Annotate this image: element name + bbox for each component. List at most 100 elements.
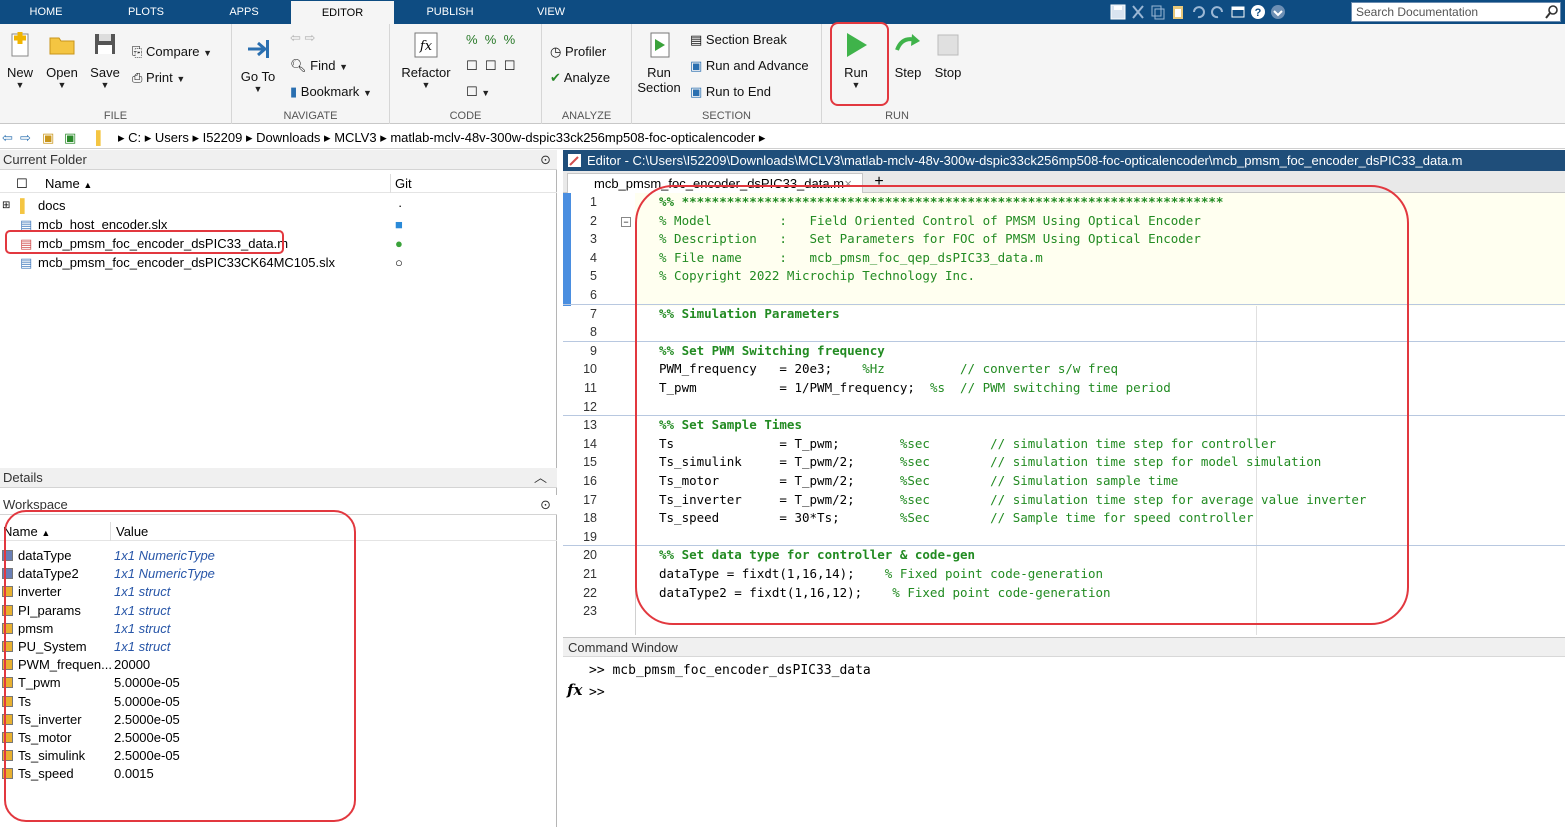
chevron-down-icon: ▼ xyxy=(253,84,263,94)
profiler-icon: ◷ xyxy=(550,44,562,59)
breadcrumb-item[interactable]: Users xyxy=(155,130,189,145)
line-number: 11 xyxy=(584,381,597,395)
details-header[interactable]: Details ︿ xyxy=(0,468,557,488)
tab-home[interactable]: HOME xyxy=(0,0,92,24)
analyze-button[interactable]: ✔ Analyze xyxy=(550,70,610,86)
panel-menu-icon[interactable]: ⊙ xyxy=(540,150,551,170)
chevron-down-icon: ▼ xyxy=(15,80,25,90)
file-group: New ▼ Open ▼ Save ▼ ⎘ Compare ▼ ⎙ Print ▼ F… xyxy=(0,24,232,124)
svg-text:fx: fx xyxy=(419,39,433,54)
comment-buttons[interactable]: % % % xyxy=(466,32,515,47)
fx-function-browser-icon[interactable]: fx xyxy=(567,681,582,699)
help-icon[interactable]: ? xyxy=(1250,4,1266,20)
find-button[interactable]: 🔍︎ Find ▼ xyxy=(290,58,348,74)
line-number: 20 xyxy=(583,548,597,563)
up-folder-icon[interactable]: ▣ xyxy=(42,127,54,149)
goto-button[interactable]: Go To ▼ xyxy=(238,34,278,94)
cut-icon[interactable] xyxy=(1130,4,1146,20)
forward-arrow-icon[interactable]: ⇨ xyxy=(20,127,31,149)
collapse-icon[interactable]: ︿ xyxy=(534,468,547,488)
bookmark-button[interactable]: ▮ Bookmark ▼ xyxy=(290,84,372,100)
section-break-icon: ▤ xyxy=(690,32,703,47)
save-button[interactable]: Save ▼ xyxy=(86,30,124,90)
undo-icon[interactable] xyxy=(1190,4,1206,20)
breadcrumb-item[interactable]: MCLV3 xyxy=(334,130,376,145)
code-group-label: CODE xyxy=(449,110,482,122)
run-and-advance-button[interactable]: ▣ Run and Advance xyxy=(690,58,809,74)
run-to-end-button[interactable]: ▣ Run to End xyxy=(690,84,771,100)
checkbox-icon[interactable]: ☐ xyxy=(16,174,28,193)
command-window[interactable]: Command Window >> mcb_pmsm_foc_encoder_d… xyxy=(563,637,1565,827)
save-icon[interactable] xyxy=(1110,4,1126,20)
print-button[interactable]: ⎙ Print ▼ xyxy=(132,70,185,86)
chevron-down-icon: ▼ xyxy=(57,80,67,90)
line-number: 4 xyxy=(590,250,597,265)
tab-apps[interactable]: APPS xyxy=(198,0,290,24)
line-number: 22 xyxy=(583,585,597,600)
line-number: 9 xyxy=(590,343,597,358)
compare-icon: ⎘ xyxy=(132,44,143,59)
function-fx-icon: fx xyxy=(414,32,438,58)
wrap-comments-icon: % xyxy=(503,32,516,47)
file-row[interactable]: ⊞ ▌ docs · xyxy=(0,196,557,215)
run-section-icon xyxy=(650,32,670,58)
back-arrow-icon[interactable]: ⇦ xyxy=(2,127,13,149)
bookmark-icon: ▮ xyxy=(290,84,298,99)
editor-icon xyxy=(568,154,581,167)
name-column-header[interactable]: Name ▲ xyxy=(45,174,92,195)
git-column-header[interactable]: Git xyxy=(390,174,412,193)
code-highlight-box xyxy=(635,185,1409,625)
insert-function-button[interactable]: ☐ ▼ xyxy=(466,84,490,100)
increase-indent-icon: ☐ xyxy=(484,58,497,73)
line-number: 10 xyxy=(583,362,597,377)
breadcrumb-item[interactable]: C: xyxy=(128,130,141,145)
line-number: 2 xyxy=(590,213,597,228)
expand-icon[interactable]: ⊞ xyxy=(2,196,10,215)
file-row[interactable]: ▤ mcb_pmsm_foc_encoder_dsPIC33CK64MC105.… xyxy=(0,253,557,272)
refactor-button[interactable]: fx Refactor ▼ xyxy=(398,30,454,90)
floppy-disk-icon xyxy=(95,34,115,54)
breadcrumb-item[interactable]: I52209 xyxy=(203,130,243,145)
profiler-button[interactable]: ◷ Profiler xyxy=(550,44,606,60)
new-button[interactable]: New ▼ xyxy=(2,30,38,90)
tab-editor[interactable]: EDITOR xyxy=(291,1,394,25)
switch-windows-icon[interactable] xyxy=(1230,4,1246,20)
editor-title: Editor - C:\Users\I52209\Downloads\MCLV3… xyxy=(563,150,1565,171)
browse-folder-icon[interactable]: ▣ xyxy=(64,127,76,149)
search-icon[interactable] xyxy=(1544,4,1560,20)
tab-plots[interactable]: PLOTS xyxy=(100,0,192,24)
folder-open-icon xyxy=(49,37,75,55)
section-break-button[interactable]: ▤ Section Break xyxy=(690,32,787,48)
breadcrumb-item[interactable]: matlab-mclv-48v-300w-dspic33ck256mp508-f… xyxy=(390,130,755,145)
line-number: 14 xyxy=(583,436,597,451)
open-button[interactable]: Open ▼ xyxy=(42,30,82,90)
line-number: 17 xyxy=(583,492,597,507)
folder-icon: ▌ xyxy=(96,130,106,145)
line-number: 13 xyxy=(583,418,597,433)
line-number: 5 xyxy=(590,269,597,284)
community-icon[interactable] xyxy=(1270,4,1286,20)
editor-panel: Editor - C:\Users\I52209\Downloads\MCLV3… xyxy=(563,150,1565,635)
command-prompt[interactable]: >> xyxy=(589,685,605,700)
line-number: 6 xyxy=(590,288,597,302)
back-forward-arrows-icon[interactable]: ⇦ ⇨ xyxy=(290,30,315,46)
run-section-button[interactable]: Run Section xyxy=(634,30,684,95)
step-button[interactable]: Step xyxy=(886,30,930,80)
line-number: 12 xyxy=(583,399,597,414)
paste-icon[interactable] xyxy=(1170,4,1186,20)
tab-publish[interactable]: PUBLISH xyxy=(400,0,500,24)
simulink-file-icon: ▤ xyxy=(20,255,33,270)
copy-icon[interactable] xyxy=(1150,4,1166,20)
tab-view[interactable]: VIEW xyxy=(503,0,599,24)
line-number: 3 xyxy=(590,232,597,247)
breadcrumb-item[interactable]: Downloads xyxy=(256,130,320,145)
magnifier-icon: 🔍︎ xyxy=(290,58,307,73)
line-number: 8 xyxy=(590,325,597,340)
redo-icon[interactable] xyxy=(1210,4,1226,20)
stop-button[interactable]: Stop xyxy=(928,30,968,80)
file-group-label: FILE xyxy=(103,110,128,122)
search-documentation-input[interactable]: Search Documentation xyxy=(1351,2,1561,22)
compare-button[interactable]: ⎘ Compare ▼ xyxy=(132,44,212,60)
indent-buttons[interactable]: ☐ ☐ ☐ xyxy=(466,58,515,74)
panel-menu-icon[interactable]: ⊙ xyxy=(540,495,551,515)
